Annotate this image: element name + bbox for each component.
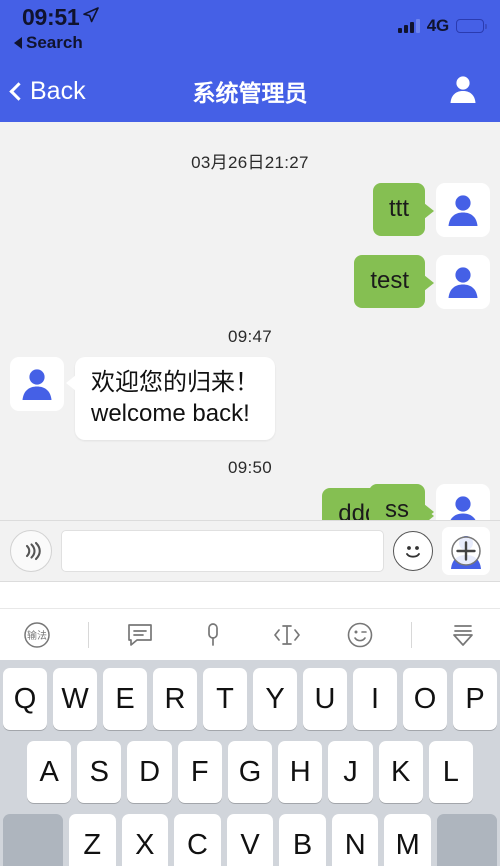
key-a[interactable]: A <box>27 741 72 804</box>
key-f[interactable]: F <box>177 741 222 804</box>
key-h[interactable]: H <box>278 741 323 804</box>
key-u[interactable]: U <box>303 668 347 731</box>
key-c[interactable]: C <box>174 814 221 866</box>
key-b[interactable]: B <box>279 814 326 866</box>
smiley-icon <box>406 546 420 558</box>
message-bubble[interactable]: ttt <box>372 183 435 236</box>
status-bar: 09:51 Search 4G <box>0 0 500 60</box>
key-y[interactable]: Y <box>253 668 297 731</box>
message-text-input[interactable] <box>61 530 384 573</box>
voice-wave-icon <box>25 541 41 561</box>
message-text-line: welcome back! <box>91 399 250 427</box>
status-indicators: 4G <box>397 16 487 36</box>
contact-profile-button[interactable] <box>446 72 480 111</box>
key-n[interactable]: N <box>331 814 379 866</box>
status-back-label: Search <box>26 33 83 52</box>
signal-strength-icon <box>397 19 420 33</box>
phone-screen: 09:51 Search 4G Back 系统管理员 03月26日21:27 t… <box>0 0 500 866</box>
message-text-line: 欢迎您的归来！ <box>91 369 259 396</box>
status-time: 09:51 <box>22 4 80 30</box>
message-list[interactable]: 03月26日21:27 ttt test 09:47 欢迎您的归来！ welcome ba… <box>0 122 500 521</box>
message-bubble[interactable]: test <box>354 255 434 308</box>
keyboard-row: ASDFGHJKL <box>3 741 497 804</box>
message-row: 欢迎您的归来！ welcome back! <box>0 357 500 441</box>
voice-input-button[interactable] <box>10 530 52 573</box>
more-actions-button[interactable] <box>442 527 490 576</box>
keyboard-gap <box>0 582 500 609</box>
ime-mode-icon[interactable]: 输法 <box>15 613 59 657</box>
key-i[interactable]: I <box>353 668 397 731</box>
person-icon <box>450 496 476 521</box>
message-row: test <box>0 255 500 309</box>
message-avatar[interactable] <box>436 484 490 521</box>
key-g[interactable]: G <box>227 741 273 804</box>
key-w[interactable]: W <box>53 668 97 731</box>
key-l[interactable]: L <box>428 741 473 804</box>
status-time-group: 09:51 <box>22 4 100 31</box>
key-z[interactable]: Z <box>68 814 116 866</box>
key-j[interactable]: J <box>328 741 373 804</box>
message-row: ss <box>0 484 500 521</box>
keyboard-toolbar: 输法 <box>0 608 500 661</box>
message-bubble[interactable]: 欢迎您的归来！ welcome back! <box>66 357 275 441</box>
message-input-bar <box>0 520 500 583</box>
navigation-bar: Back 系统管理员 <box>0 60 500 122</box>
keyboard-row: ZXCVBNM <box>2 814 498 866</box>
key-v[interactable]: V <box>226 814 274 866</box>
key-x[interactable]: X <box>121 814 169 866</box>
message-avatar[interactable] <box>10 357 64 411</box>
microphone-icon[interactable] <box>191 613 235 657</box>
key-backspace[interactable] <box>437 814 498 866</box>
message-row: ttt <box>0 183 500 237</box>
person-icon <box>450 75 476 103</box>
back-button[interactable]: Back <box>0 77 86 106</box>
speech-bubble-icon[interactable] <box>118 613 162 657</box>
back-button-label: Back <box>30 76 86 105</box>
battery-icon <box>456 19 487 33</box>
key-m[interactable]: M <box>384 814 432 866</box>
triangle-left-icon <box>14 37 22 49</box>
location-arrow-icon <box>83 7 100 28</box>
message-text-line: ttt <box>388 195 409 222</box>
key-shift[interactable] <box>2 814 63 866</box>
smiley-wink-icon[interactable] <box>338 613 382 657</box>
key-d[interactable]: D <box>127 741 172 804</box>
message-text-line: test <box>370 267 409 294</box>
key-k[interactable]: K <box>378 741 423 804</box>
status-back-to-app[interactable]: Search <box>14 33 83 53</box>
key-p[interactable]: P <box>453 668 497 731</box>
text-cursor-icon[interactable] <box>265 613 309 657</box>
message-bubble[interactable]: ss <box>369 484 434 521</box>
message-text-line: ss <box>385 496 409 521</box>
svg-text:输法: 输法 <box>27 629 47 642</box>
network-type-label: 4G <box>426 16 449 35</box>
chevron-left-icon <box>9 81 28 101</box>
hide-keyboard-icon[interactable] <box>441 613 485 657</box>
key-t[interactable]: T <box>203 668 247 731</box>
key-o[interactable]: O <box>403 668 447 731</box>
key-s[interactable]: S <box>77 741 122 804</box>
key-q[interactable]: Q <box>3 668 47 731</box>
virtual-keyboard[interactable]: QWERTYUIOP ASDFGHJKL ZXCVBNM <box>0 660 500 866</box>
key-r[interactable]: R <box>153 668 197 731</box>
message-avatar[interactable] <box>436 255 490 309</box>
key-e[interactable]: E <box>103 668 147 731</box>
emoji-button[interactable] <box>393 531 433 572</box>
person-icon <box>448 267 478 298</box>
message-avatar[interactable] <box>436 183 490 237</box>
keyboard-row: QWERTYUIOP <box>3 668 497 731</box>
toolbar-divider <box>411 621 413 648</box>
message-timestamp: 09:50 <box>227 458 273 478</box>
toolbar-divider <box>87 621 89 648</box>
message-timestamp: 09:47 <box>227 327 273 346</box>
person-icon <box>22 369 52 400</box>
message-timestamp: 03月26日21:27 <box>191 153 309 172</box>
person-icon <box>448 195 478 226</box>
